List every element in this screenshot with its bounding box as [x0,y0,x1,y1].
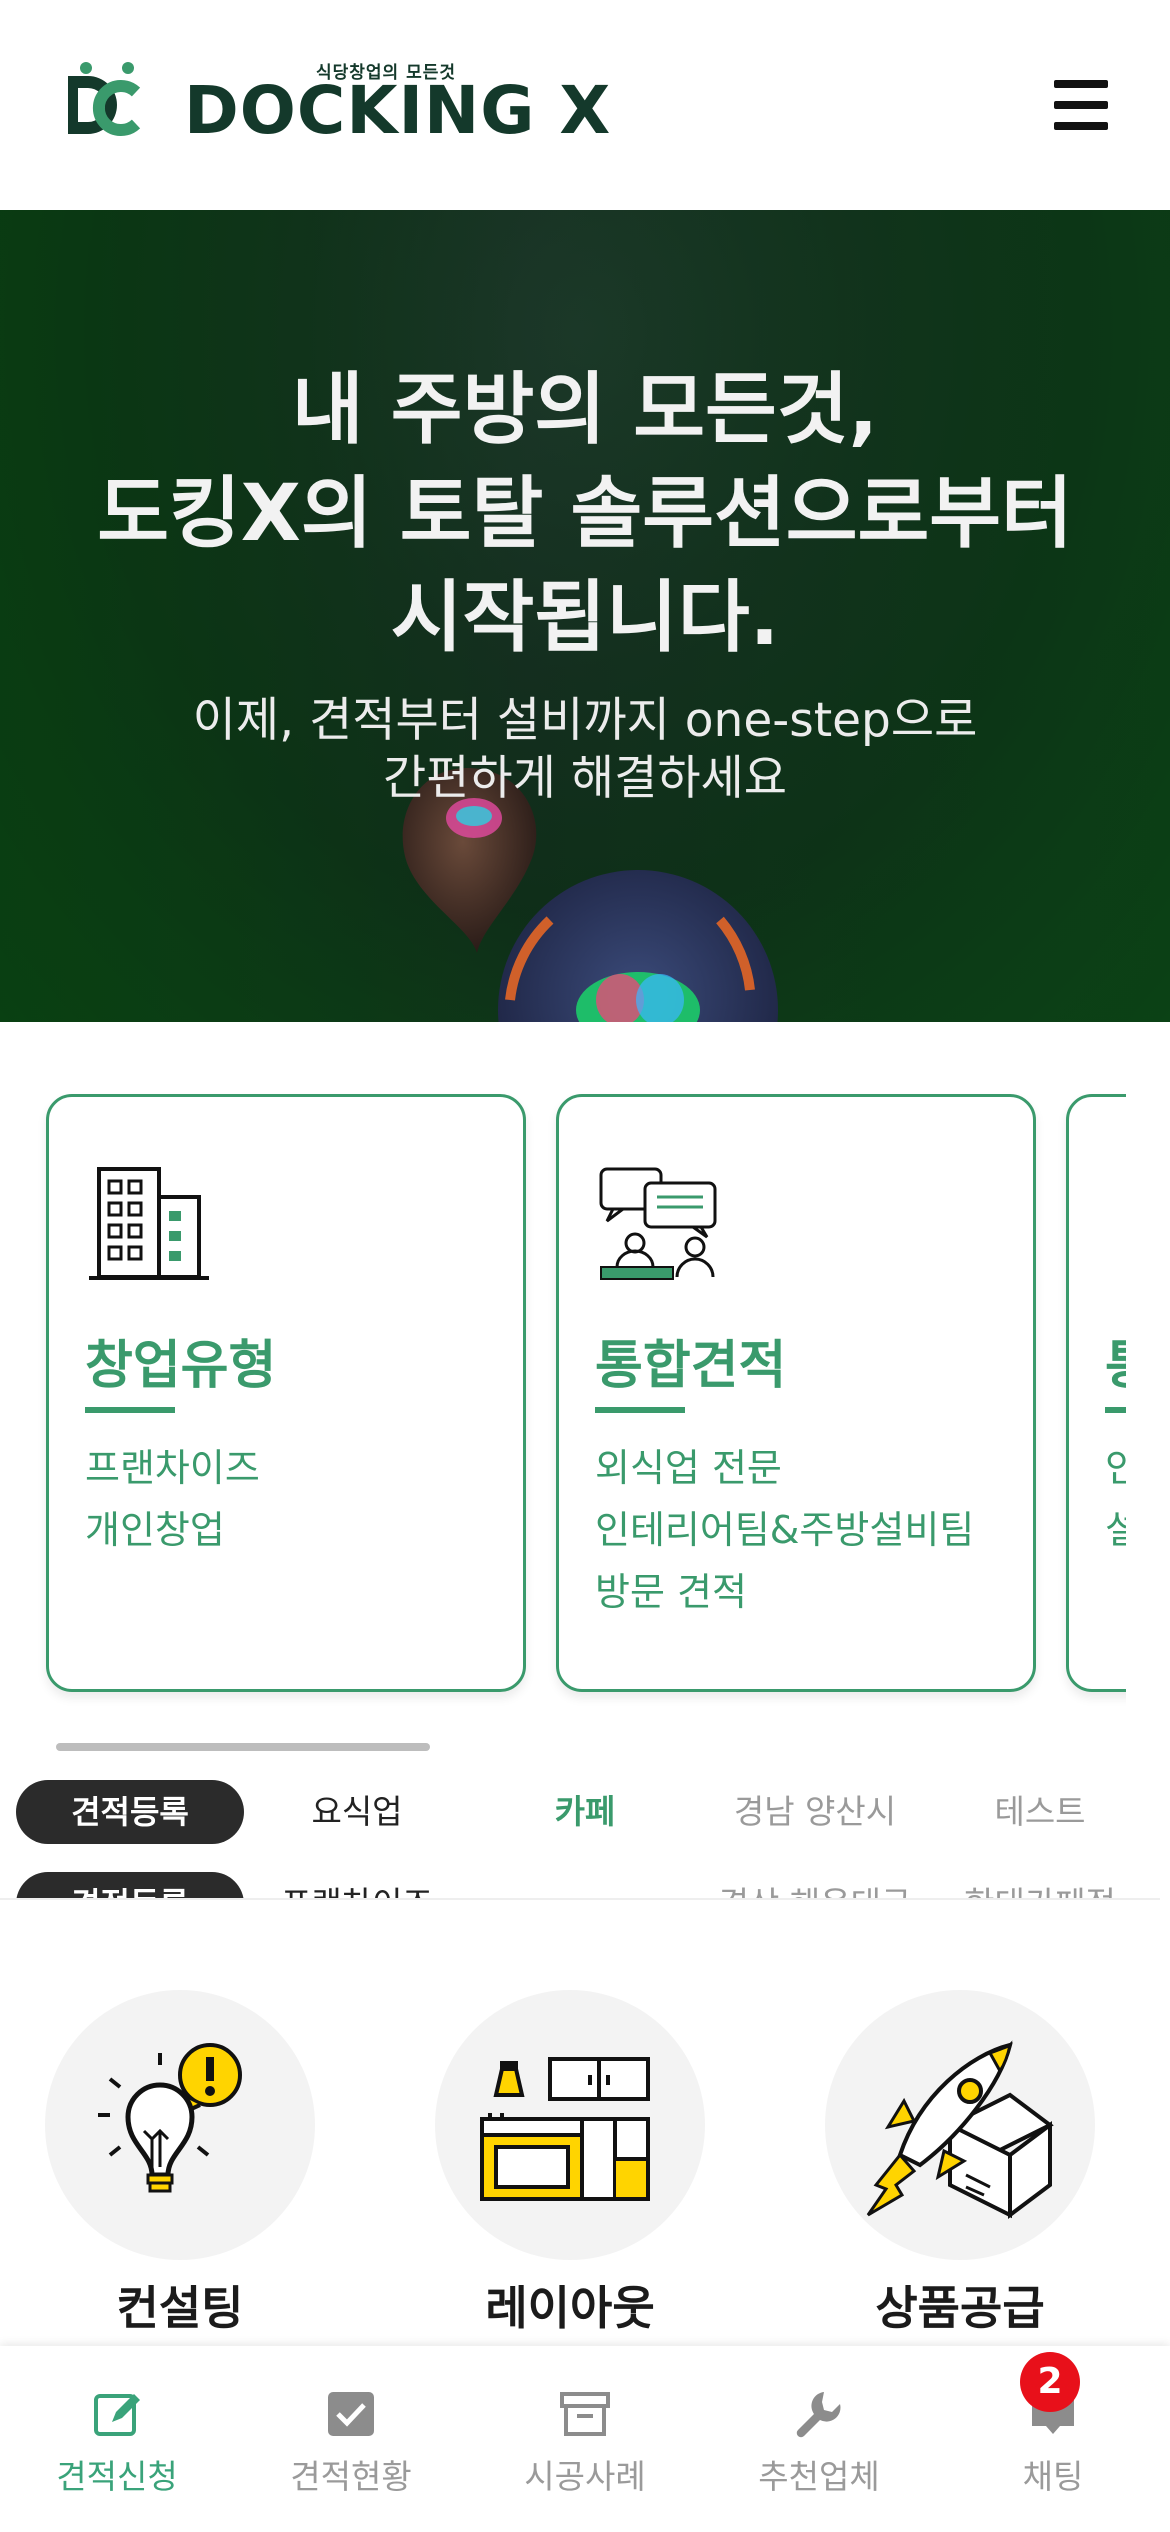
nav-item-estimate-status[interactable]: 견적현황 [234,2346,468,2532]
card-title: 통합견적 [595,1336,787,1396]
kitchen-layout-icon [480,2057,650,2201]
service-consulting[interactable]: 컨설팅 [45,1990,315,2335]
ticker-cell-category: 요식업 [311,1792,403,1831]
card-startup-type[interactable]: 창업유형 프랜차이즈 개인창업 [46,1094,526,1692]
hero-subtitle-line: 이제, 견적부터 설비까지 one-step으로 [192,693,978,748]
card-title: 창업유형 [85,1336,277,1396]
ticker-cell-region: 경남 양산시 [733,1792,897,1831]
bottom-navigation: 견적신청 견적현황 시공사례 추천업체 채팅 [0,2346,1170,2532]
estimate-ticker: 견적등록 요식업 카페 경남 양산시 테스트 견적등록 프랜차이즈 경상 해운대… [0,1770,1160,1900]
hero-subtitle-line: 간편하게 해결하세요 [382,751,788,806]
hero-title-line: 내 주방의 모든것, [291,365,879,455]
lightbulb-icon [98,2043,242,2193]
chat-unread-badge: 2 [1020,2352,1080,2412]
service-icon-circle [45,1990,315,2260]
nav-label: 시공사례 [524,2457,646,2496]
ticker-cell-name: 테스트 [994,1792,1086,1831]
ticker-cell-name: 한대카페점 [940,1872,1140,1898]
card-title: 통 [1105,1323,1126,1398]
checkbox-icon [328,2392,374,2436]
card-description: 외식업 전문 인테리어팀&주방설비팀 방문 견적 [595,1437,974,1623]
logo-mark-icon [68,62,141,136]
card-description-line: 방문 견적 [595,1570,747,1614]
rocket-box-icon [866,2040,1054,2219]
service-label: 상품공급 [875,2281,1045,2335]
service-layout[interactable]: 레이아웃 [435,1990,705,2335]
card-description-line: 설 [1105,1508,1126,1552]
consultation-icon [599,1167,717,1280]
ticker-cell-region: 경상 해운대구 [700,1872,930,1898]
card-partial-third[interactable]: 통 인 설 [1066,1094,1126,1692]
hero-banner[interactable]: 내 주방의 모든것, 도킹X의 토탈 솔루션으로부터 시작됩니다. 이제, 견적… [0,210,1170,1022]
hero-title-line: 시작됩니다. [390,573,780,663]
ticker-cell-category: 프랜차이즈 [262,1872,452,1898]
card-title-underline [595,1407,685,1413]
balloon-decoration-large [498,870,778,1022]
status-badge: 견적등록 [16,1780,244,1844]
ticker-row[interactable]: 견적등록 요식업 카페 경남 양산시 테스트 [0,1770,1160,1844]
card-description: 인 설 [1105,1437,1126,1561]
hamburger-menu-icon[interactable] [1054,80,1108,130]
card-description-line: 인테리어팀&주방설비팀 [595,1508,975,1552]
service-label: 레이아웃 [485,2281,655,2335]
nav-label: 추천업체 [758,2457,880,2496]
docking-x-logo[interactable]: 식당창업의 모든것 DOCKING X [66,58,626,149]
ticker-cell-type: 카페 [554,1792,616,1831]
document-icon [1105,1163,1126,1283]
services-section: 컨설팅 레이아웃 상품공급 [0,1900,1170,2350]
nav-item-construction-cases[interactable]: 시공사례 [468,2346,702,2532]
hero-title-line: 도킹X의 토탈 솔루션으로부터 [97,469,1073,559]
nav-label: 견적신청 [56,2457,178,2496]
archive-icon [560,2392,610,2436]
hero-title: 내 주방의 모든것, 도킹X의 토탈 솔루션으로부터 시작됩니다. [0,358,1170,670]
wrench-icon [796,2392,841,2438]
ticker-row[interactable]: 견적등록 프랜차이즈 경상 해운대구 한대카페점 [0,1862,1160,1898]
ticker-cell-type [490,1872,680,1898]
carousel-scroll-indicator[interactable] [56,1743,430,1751]
card-description: 프랜차이즈 개인창업 [85,1437,260,1561]
status-badge: 견적등록 [16,1872,244,1898]
building-icon [89,1167,209,1280]
card-title-underline [1105,1407,1126,1413]
nav-label: 견적현황 [290,2457,412,2496]
nav-item-recommended-vendors[interactable]: 추천업체 [702,2346,936,2532]
app-header: 식당창업의 모든것 DOCKING X [0,0,1170,210]
nav-label: 채팅 [1022,2457,1084,2496]
card-title-underline [85,1407,175,1413]
service-icon-circle [825,1990,1095,2260]
card-integrated-estimate[interactable]: 통합견적 외식업 전문 인테리어팀&주방설비팀 방문 견적 [556,1094,1036,1692]
card-description-line: 개인창업 [85,1508,225,1552]
feature-card-carousel[interactable]: 창업유형 프랜차이즈 개인창업 통합견적 외식업 전문 인테리어팀&주방설비팀 … [0,1090,1126,1710]
logo-wordmark: DOCKING X [184,72,612,149]
service-icon-circle [435,1990,705,2260]
card-description-line: 외식업 전문 [595,1446,782,1490]
hero-subtitle: 이제, 견적부터 설비까지 one-step으로 간편하게 해결하세요 [0,692,1170,808]
card-description-line: 프랜차이즈 [85,1446,260,1490]
edit-icon [94,2394,140,2436]
card-description-line: 인 [1105,1446,1126,1490]
service-label: 컨설팅 [116,2281,244,2335]
service-product-supply[interactable]: 상품공급 [825,1990,1095,2335]
nav-item-estimate-request[interactable]: 견적신청 [0,2346,234,2532]
